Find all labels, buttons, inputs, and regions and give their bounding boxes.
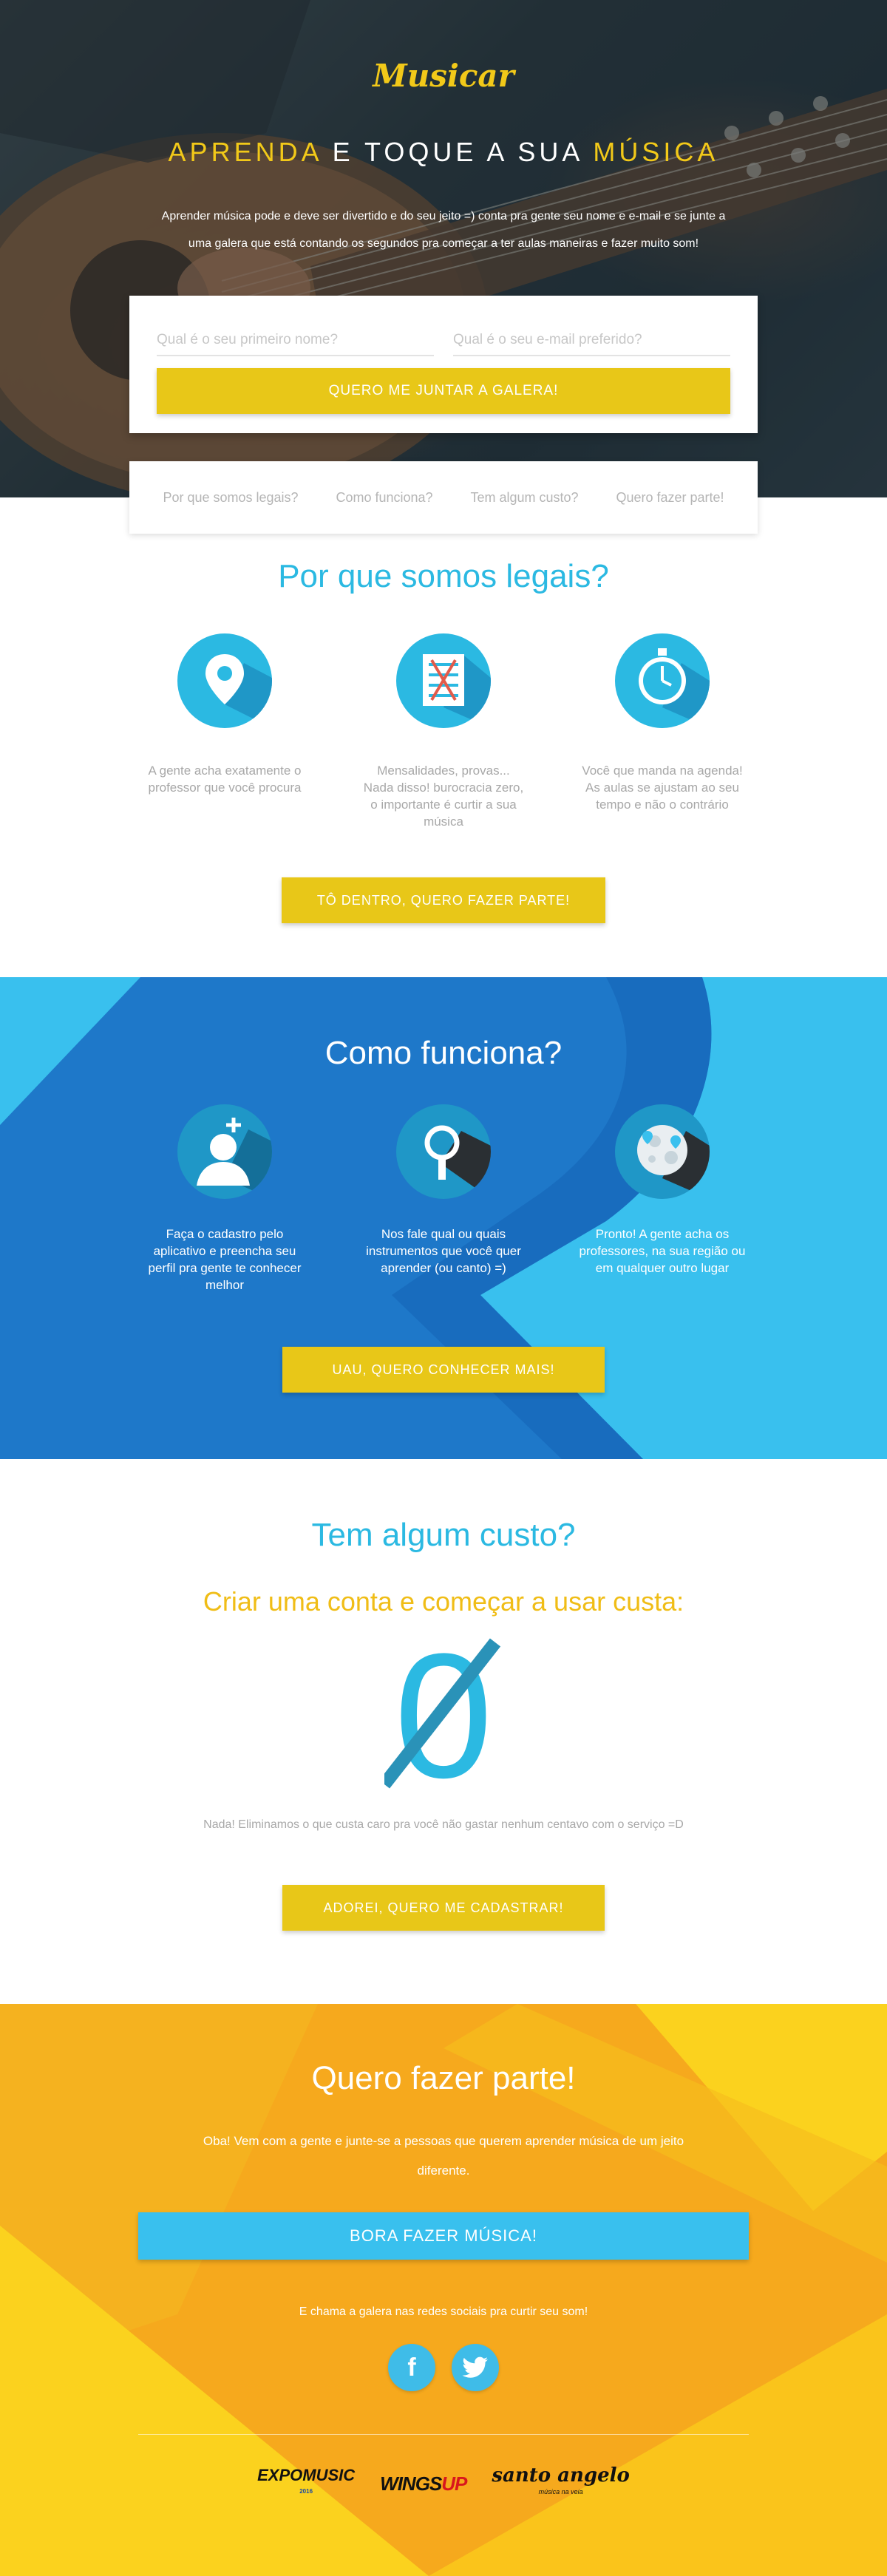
como-content: Como funciona? Faça o cadastro pelo apli… — [0, 977, 887, 1393]
twitter-icon[interactable] — [452, 2344, 499, 2391]
santo-angelo-logo: santo angelo música na veia — [492, 2466, 629, 2500]
signup-form: QUERO ME JUNTAR A GALERA! — [129, 296, 758, 433]
facebook-glyph: f — [407, 2353, 416, 2382]
join-button[interactable]: QUERO ME JUNTAR A GALERA! — [157, 368, 730, 414]
magnifier-icon — [396, 1104, 491, 1199]
section-title-como: Como funciona? — [324, 1035, 563, 1071]
custo-note: Nada! Eliminamos o que custa caro pra vo… — [203, 1818, 684, 1831]
signup-cta-button[interactable]: ADOREI, QUERO ME CADASTRAR! — [282, 1885, 605, 1931]
name-input[interactable] — [157, 325, 434, 356]
add-user-icon — [177, 1104, 272, 1199]
feature-text: Nos fale qual ou quais instrumentos que … — [366, 1227, 521, 1275]
hero-title-highlight-2: MÚSICA — [593, 137, 719, 167]
brand-logo[interactable]: Musicar — [0, 58, 887, 94]
feature-item: Nos fale qual ou quais instrumentos que … — [334, 1104, 553, 1294]
feature-item: Faça o cadastro pelo aplicativo e preenc… — [115, 1104, 334, 1294]
section-parte: Quero fazer parte! Oba! Vem com a gente … — [0, 2004, 887, 2576]
sponsor-logos: EXPOMUSIC 2016 WINGSUP santo angelo músi… — [0, 2466, 887, 2500]
checklist-icon — [396, 633, 491, 728]
como-features: Faça o cadastro pelo aplicativo e preenc… — [0, 1104, 887, 1294]
section-legais: Por que somos legais? A gente acha exata… — [0, 497, 887, 977]
feature-text: Pronto! A gente acha os professores, na … — [579, 1227, 746, 1275]
section-title-custo: Tem algum custo? — [311, 1517, 576, 1553]
expomusic-year: 2016 — [299, 2488, 313, 2495]
footer-divider — [138, 2434, 749, 2435]
hero-section: Musicar APRENDA E TOQUE A SUA MÚSICA Apr… — [0, 0, 887, 497]
hero-subtitle: Aprender música pode e deve ser divertid… — [161, 210, 726, 250]
nav-item-como[interactable]: Como funciona? — [336, 490, 432, 506]
expomusic-name: EXPOMUSIC — [257, 2466, 356, 2484]
feature-item: Mensalidades, provas... Nada disso! buro… — [334, 633, 553, 830]
facebook-icon[interactable]: f — [388, 2344, 435, 2391]
stopwatch-icon — [615, 633, 710, 728]
section-title-parte: Quero fazer parte! — [311, 2060, 576, 2096]
hero-title-highlight-1: APRENDA — [168, 137, 322, 167]
parte-content: Quero fazer parte! Oba! Vem com a gente … — [0, 2004, 887, 2500]
feature-item: Você que manda na agenda! As aulas se aj… — [553, 633, 772, 830]
parte-text: Oba! Vem com a gente e junte-se a pessoa… — [203, 2134, 684, 2178]
map-pin-icon — [177, 633, 272, 728]
nav-item-custo[interactable]: Tem algum custo? — [470, 490, 578, 506]
zero-cost-graphic: 0 — [378, 1617, 503, 1815]
feature-item: A gente acha exatamente o professor que … — [115, 633, 334, 830]
feature-text: Você que manda na agenda! As aulas se aj… — [582, 764, 743, 812]
section-nav: Por que somos legais? Como funciona? Tem… — [129, 461, 758, 534]
expomusic-logo: EXPOMUSIC 2016 — [257, 2467, 355, 2500]
feature-text: Mensalidades, provas... Nada disso! buro… — [363, 764, 524, 829]
custo-subtitle: Criar uma conta e começar a usar custa: — [203, 1586, 684, 1617]
wingsup-up: UP — [441, 2472, 467, 2495]
make-music-button[interactable]: BORA FAZER MÚSICA! — [138, 2212, 749, 2260]
feature-text: Faça o cadastro pelo aplicativo e preenc… — [148, 1227, 302, 1292]
nav-item-parte[interactable]: Quero fazer parte! — [616, 490, 724, 506]
share-text: E chama a galera nas redes sociais pra c… — [299, 2305, 588, 2318]
legais-features: A gente acha exatamente o professor que … — [0, 633, 887, 830]
map-icon — [615, 1104, 710, 1199]
signup-fields — [157, 325, 730, 356]
social-links: f — [0, 2344, 887, 2391]
wingsup-name: WINGS — [380, 2472, 442, 2495]
learn-more-button[interactable]: UAU, QUERO CONHECER MAIS! — [282, 1347, 605, 1393]
email-input[interactable] — [453, 325, 730, 356]
join-cta-button[interactable]: TÔ DENTRO, QUERO FAZER PARTE! — [282, 877, 605, 923]
feature-text: A gente acha exatamente o professor que … — [148, 764, 302, 795]
hero-title-middle: E TOQUE A SUA — [321, 137, 594, 167]
section-como: Como funciona? Faça o cadastro pelo apli… — [0, 977, 887, 1459]
hero-title: APRENDA E TOQUE A SUA MÚSICA — [0, 137, 887, 168]
nav-item-legais[interactable]: Por que somos legais? — [163, 490, 298, 506]
feature-item: Pronto! A gente acha os professores, na … — [553, 1104, 772, 1294]
wingsup-logo: WINGSUP — [380, 2472, 467, 2495]
section-custo: Tem algum custo? Criar uma conta e começ… — [0, 1459, 887, 2004]
